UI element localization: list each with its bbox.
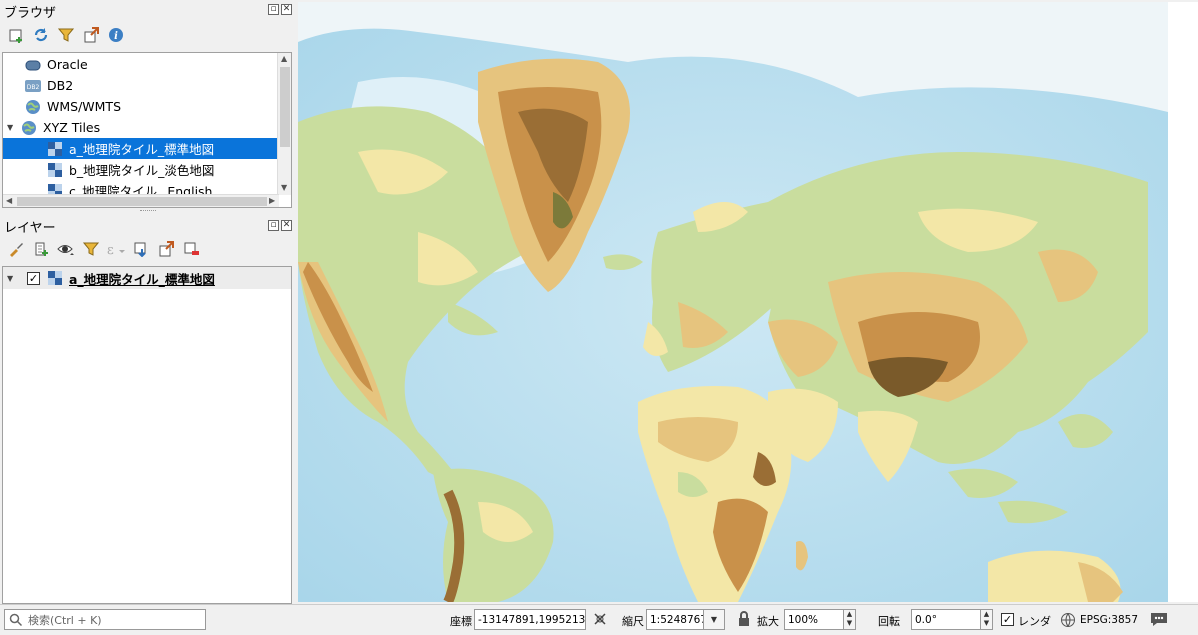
rotation-label: 回転 (878, 615, 900, 628)
collapse-all-icon[interactable] (156, 239, 176, 259)
status-bar: 検索(Ctrl + K) 座標 -13147891,19952130 縮尺 1:… (0, 604, 1198, 635)
scale-value: 1:52487679 (650, 613, 703, 626)
globe-icon (1061, 613, 1075, 627)
rotation-spinner[interactable]: ▲ ▼ (980, 609, 993, 630)
tree-item-label: WMS/WMTS (47, 99, 122, 114)
crs-button[interactable]: EPSG:3857 (1060, 612, 1138, 628)
float-icon[interactable]: ▫ (268, 220, 279, 231)
filter-icon[interactable] (81, 239, 101, 259)
svg-text:ε: ε (107, 243, 114, 257)
magnifier-label: 拡大 (757, 615, 779, 628)
tree-item-label: Oracle (47, 57, 88, 72)
tree-item-tile-a[interactable]: a_地理院タイル_標準地図 (3, 138, 279, 159)
vertical-scrollbar[interactable]: ▲ ▼ (277, 53, 291, 195)
layers-panel-title: レイヤー (4, 221, 56, 236)
tree-item-oracle[interactable]: Oracle (3, 54, 279, 75)
expression-filter-icon: ε (106, 239, 126, 259)
globe-icon (26, 99, 40, 114)
expand-all-icon[interactable] (131, 239, 151, 259)
browser-toolbar: i (6, 25, 126, 45)
browser-dock: ブラウザ ▫ ✕ i Oracle DB2 DB2 WMS/WMTS ▼ XYZ… (0, 0, 296, 210)
layers-dock: レイヤー ▫ ✕ ε ▼ ✓ a_地理院タイル_標準地図 (0, 214, 296, 604)
render-checkbox[interactable]: ✓ (1001, 613, 1014, 626)
layer-name: a_地理院タイル_標準地図 (69, 271, 215, 287)
refresh-icon[interactable] (31, 25, 51, 45)
lock-icon[interactable] (737, 611, 751, 630)
visibility-eye-icon[interactable] (56, 239, 76, 259)
scroll-up-icon[interactable]: ▲ (281, 54, 287, 63)
float-icon[interactable]: ▫ (268, 4, 279, 15)
scale-field[interactable]: 1:52487679 (646, 609, 704, 630)
tree-item-label: a_地理院タイル_標準地図 (69, 142, 215, 157)
panel-splitter[interactable] (140, 210, 156, 213)
close-icon[interactable]: ✕ (281, 220, 292, 231)
scroll-thumb[interactable] (280, 67, 290, 147)
database-icon (25, 60, 41, 70)
magnifier-field[interactable]: 100% (784, 609, 844, 630)
chevron-down-icon[interactable]: ▼ (7, 123, 21, 132)
tree-item-label: XYZ Tiles (43, 120, 101, 135)
tree-item-db2[interactable]: DB2 DB2 (3, 75, 279, 96)
tree-item-tile-b[interactable]: b_地理院タイル_淡色地図 (3, 159, 279, 180)
chevron-down-icon[interactable]: ▼ (3, 274, 17, 283)
crs-label: EPSG:3857 (1080, 614, 1139, 626)
filter-icon[interactable] (56, 25, 76, 45)
locator-search-input[interactable]: 検索(Ctrl + K) (4, 609, 206, 630)
db2-icon: DB2 (25, 79, 41, 92)
layers-toolbar: ε (6, 239, 201, 259)
horizontal-scrollbar[interactable]: ◀ ▶ (3, 194, 279, 207)
search-placeholder: 検索(Ctrl + K) (28, 613, 102, 627)
tile-icon (48, 162, 62, 177)
close-icon[interactable]: ✕ (281, 4, 292, 15)
tree-item-label: DB2 (47, 78, 74, 93)
info-icon[interactable]: i (106, 25, 126, 45)
tile-icon (48, 141, 62, 156)
svg-text:DB2: DB2 (27, 84, 40, 91)
browser-tree[interactable]: Oracle DB2 DB2 WMS/WMTS ▼ XYZ Tiles a_地理… (2, 52, 292, 208)
tree-item-wms[interactable]: WMS/WMTS (3, 96, 279, 117)
layers-tree[interactable]: ▼ ✓ a_地理院タイル_標準地図 (2, 266, 292, 604)
coordinate-value: -13147891,19952130 (478, 613, 586, 626)
magnifier-spinner[interactable]: ▲ ▼ (843, 609, 856, 630)
scroll-down-icon[interactable]: ▼ (281, 183, 287, 192)
search-icon (9, 613, 23, 626)
map-margin (1168, 2, 1198, 602)
tile-icon (48, 271, 62, 285)
scale-dropdown-icon[interactable]: ▼ (703, 609, 725, 630)
collapse-icon[interactable] (81, 25, 101, 45)
scroll-left-icon[interactable]: ◀ (6, 196, 12, 205)
add-group-icon[interactable] (31, 239, 51, 259)
globe-icon (22, 120, 36, 135)
qgis-window: ブラウザ ▫ ✕ i Oracle DB2 DB2 WMS/WMTS ▼ XYZ… (0, 0, 1198, 635)
tree-item-label: b_地理院タイル_淡色地図 (69, 163, 215, 178)
style-brush-icon[interactable] (6, 239, 26, 259)
tree-item-xyz-tiles[interactable]: ▼ XYZ Tiles (3, 117, 279, 138)
rotation-field[interactable]: 0.0° (911, 609, 981, 630)
magnifier-value: 100% (788, 613, 819, 626)
scale-label: 縮尺 (622, 615, 644, 628)
layer-row[interactable]: ▼ ✓ a_地理院タイル_標準地図 (3, 267, 291, 289)
coordinate-field[interactable]: -13147891,19952130 (474, 609, 586, 630)
add-layer-icon[interactable] (6, 25, 26, 45)
world-map (298, 2, 1168, 602)
browser-panel-title: ブラウザ (4, 6, 57, 21)
remove-layer-icon[interactable] (181, 239, 201, 259)
svg-text:i: i (114, 31, 118, 42)
extents-toggle-icon[interactable] (592, 611, 608, 630)
layer-visibility-checkbox[interactable]: ✓ (27, 271, 40, 285)
scroll-right-icon[interactable]: ▶ (269, 196, 275, 205)
coordinate-label: 座標 (450, 615, 472, 628)
rotation-value: 0.0° (915, 613, 937, 626)
messages-icon[interactable] (1150, 611, 1168, 630)
scroll-thumb[interactable] (17, 197, 267, 206)
map-canvas[interactable] (298, 2, 1168, 602)
render-label: レンダ (1018, 615, 1051, 628)
